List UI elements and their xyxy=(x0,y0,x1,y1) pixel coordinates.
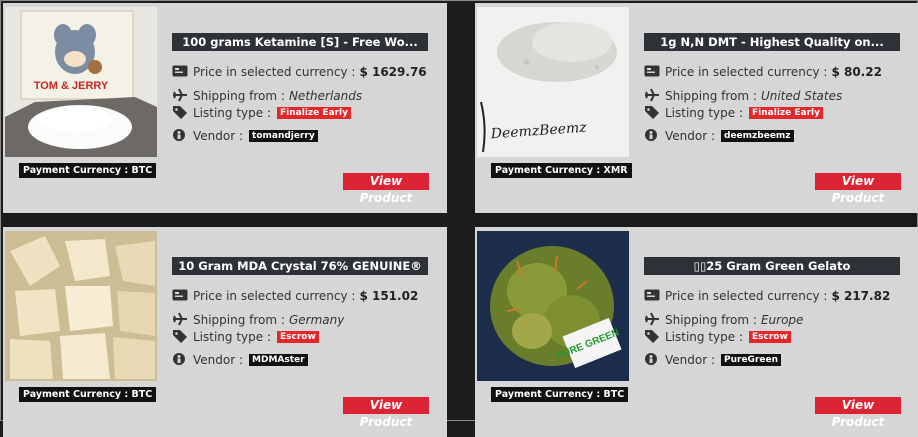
listing-row: Listing type : Finalize Early xyxy=(644,105,823,121)
vendor-row: Vendor : MDMAster xyxy=(172,352,308,368)
shipping-row: Shipping from : Germany xyxy=(172,312,344,328)
product-image[interactable] xyxy=(5,231,157,381)
airplane-icon xyxy=(172,312,188,329)
airplane-icon xyxy=(172,88,188,105)
money-icon xyxy=(644,65,660,80)
shipping-value: United States xyxy=(760,89,843,103)
price-value: $ 80.22 xyxy=(831,65,882,79)
listing-grid: TOM & JERRY Payment Currency : BTC 100 g… xyxy=(0,0,918,437)
product-image[interactable]: TOM & JERRY xyxy=(5,7,157,157)
shipping-label: Shipping from : xyxy=(193,89,285,103)
vendor-label: Vendor : xyxy=(665,353,716,367)
vendor-label: Vendor : xyxy=(193,353,244,367)
money-icon xyxy=(172,65,188,80)
view-product-button[interactable]: View Product xyxy=(815,173,901,205)
shipping-label: Shipping from : xyxy=(193,313,285,327)
price-row: Price in selected currency : $ 217.82 xyxy=(644,288,890,304)
shipping-label: Shipping from : xyxy=(665,89,757,103)
vendor-name-link[interactable]: MDMAster xyxy=(249,354,308,366)
vendor-row: Vendor : tomandjerry xyxy=(172,128,318,144)
view-product-button[interactable]: View Product xyxy=(815,397,901,429)
shipping-row: Shipping from : Europe xyxy=(644,312,803,328)
listing-row: Listing type : Escrow xyxy=(172,329,319,345)
tag-icon xyxy=(644,105,660,122)
airplane-icon xyxy=(644,88,660,105)
view-product-button[interactable]: View Product xyxy=(343,173,429,205)
listing-type-badge: Finalize Early xyxy=(749,107,823,119)
product-title[interactable]: ▯▯25 Gram Green Gelato xyxy=(644,257,900,275)
product-image[interactable]: PURE GREEN xyxy=(477,231,629,381)
tag-icon xyxy=(644,329,660,346)
price-label: Price in selected currency : xyxy=(193,289,356,303)
price-row: Price in selected currency : $ 80.22 xyxy=(644,64,882,80)
price-value: $ 1629.76 xyxy=(359,65,427,79)
listing-label: Listing type : xyxy=(193,330,272,344)
listing-row: Listing type : Escrow xyxy=(644,329,791,345)
listing-label: Listing type : xyxy=(665,330,744,344)
view-product-button[interactable]: View Product xyxy=(343,397,429,429)
shipping-value: Europe xyxy=(760,313,804,327)
price-row: Price in selected currency : $ 151.02 xyxy=(172,288,418,304)
listing-type-badge: Escrow xyxy=(749,331,791,343)
vendor-icon xyxy=(172,128,188,145)
vendor-icon xyxy=(172,352,188,369)
vendor-label: Vendor : xyxy=(193,129,244,143)
product-card: TOM & JERRY Payment Currency : BTC 100 g… xyxy=(3,3,447,213)
listing-type-badge: Finalize Early xyxy=(277,107,351,119)
payment-currency-badge: Payment Currency : BTC xyxy=(19,163,157,178)
listing-label: Listing type : xyxy=(665,106,744,120)
shipping-row: Shipping from : Netherlands xyxy=(172,88,362,104)
vendor-name-link[interactable]: tomandjerry xyxy=(249,130,318,142)
shipping-value: Netherlands xyxy=(288,89,363,103)
tag-icon xyxy=(172,105,188,122)
listing-label: Listing type : xyxy=(193,106,272,120)
vendor-name-link[interactable]: deemzbeemz xyxy=(721,130,794,142)
shipping-row: Shipping from : United States xyxy=(644,88,842,104)
airplane-icon xyxy=(644,312,660,329)
vendor-row: Vendor : PureGreen xyxy=(644,352,782,369)
price-row: Price in selected currency : $ 1629.76 xyxy=(172,64,427,80)
listing-type-badge: Escrow xyxy=(277,331,319,343)
vendor-icon xyxy=(644,352,660,369)
money-icon xyxy=(172,289,188,304)
shipping-label: Shipping from : xyxy=(665,313,757,327)
vendor-name-link[interactable]: PureGreen xyxy=(721,354,782,366)
tag-icon xyxy=(172,329,188,346)
payment-currency-badge: Payment Currency : BTC xyxy=(491,387,629,402)
product-title[interactable]: 10 Gram MDA Crystal 76% GENUINE® xyxy=(172,257,428,275)
vendor-icon xyxy=(644,128,660,145)
payment-currency-badge: Payment Currency : XMR xyxy=(491,163,632,178)
price-value: $ 217.82 xyxy=(831,289,891,303)
vendor-label: Vendor : xyxy=(665,129,716,143)
price-label: Price in selected currency : xyxy=(665,289,828,303)
listing-row: Listing type : Finalize Early xyxy=(172,105,351,121)
product-title[interactable]: 100 grams Ketamine [S] - Free Wo... xyxy=(172,33,428,51)
price-label: Price in selected currency : xyxy=(665,65,828,79)
product-card: Payment Currency : BTC 10 Gram MDA Cryst… xyxy=(3,227,447,437)
product-card: PURE GREEN Payment Currency : BTC ▯▯25 G… xyxy=(475,227,918,437)
price-label: Price in selected currency : xyxy=(193,65,356,79)
tom-jerry-logo: TOM & JERRY xyxy=(34,80,109,92)
vendor-row: Vendor : deemzbeemz xyxy=(644,128,794,144)
shipping-value: Germany xyxy=(288,313,345,327)
product-title[interactable]: 1g N,N DMT - Highest Quality on... xyxy=(644,33,900,51)
payment-currency-badge: Payment Currency : BTC xyxy=(19,387,157,402)
money-icon xyxy=(644,289,660,304)
price-value: $ 151.02 xyxy=(359,289,419,303)
product-card: DeemzBeemz Payment Currency : XMR 1g N,N… xyxy=(475,3,918,213)
product-image[interactable]: DeemzBeemz xyxy=(477,7,629,157)
